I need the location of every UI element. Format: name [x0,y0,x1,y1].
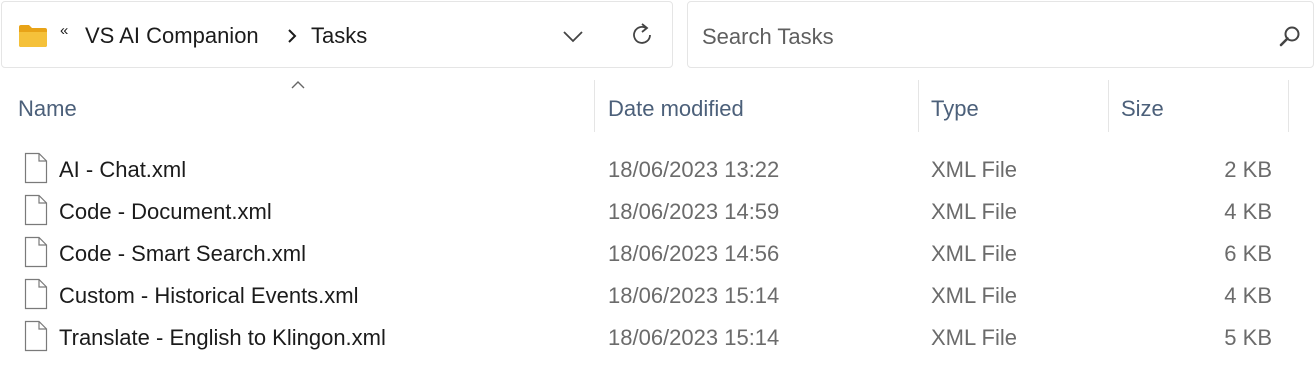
column-header-name[interactable]: Name [18,96,77,122]
column-divider[interactable] [1288,80,1289,132]
column-header-size[interactable]: Size [1121,96,1164,122]
file-icon [24,278,48,310]
file-row[interactable]: Code - Document.xml 18/06/2023 14:59 XML… [0,190,1315,232]
folder-icon [19,25,47,47]
search-input[interactable] [700,20,1264,54]
file-icon [24,194,48,226]
file-type: XML File [931,157,1017,182]
file-name: Code - Document.xml [59,199,272,224]
sort-ascending-icon [291,81,305,89]
address-bar[interactable]: « VS AI Companion Tasks [1,1,673,68]
file-type: XML File [931,241,1017,266]
breadcrumb-vs-ai-companion[interactable]: VS AI Companion [85,23,259,49]
file-size: 4 KB [1224,199,1272,224]
file-date-modified: 18/06/2023 14:59 [608,199,780,224]
file-type: XML File [931,283,1017,308]
breadcrumb-tasks[interactable]: Tasks [311,23,367,49]
column-header-date-modified[interactable]: Date modified [608,96,744,122]
search-icon[interactable] [1278,25,1302,49]
file-name: Code - Smart Search.xml [59,241,306,266]
file-name: AI - Chat.xml [59,157,187,182]
file-name: Translate - English to Klingon.xml [59,325,386,350]
file-size: 2 KB [1224,157,1272,182]
column-divider[interactable] [1108,80,1109,132]
chevron-down-icon[interactable] [562,25,584,47]
file-row[interactable]: Translate - English to Klingon.xml 18/06… [0,316,1315,358]
file-type: XML File [931,199,1017,224]
column-header-type[interactable]: Type [931,96,979,122]
column-divider[interactable] [594,80,595,132]
column-divider[interactable] [918,80,919,132]
file-date-modified: 18/06/2023 15:14 [608,283,780,308]
file-row[interactable]: Custom - Historical Events.xml 18/06/202… [0,274,1315,316]
file-date-modified: 18/06/2023 13:22 [608,157,780,182]
file-size: 5 KB [1224,325,1272,350]
file-size: 4 KB [1224,283,1272,308]
file-type: XML File [931,325,1017,350]
chevron-right-icon[interactable] [285,27,299,45]
file-date-modified: 18/06/2023 14:56 [608,241,780,266]
file-size: 6 KB [1224,241,1272,266]
file-row[interactable]: AI - Chat.xml 18/06/2023 13:22 XML File … [0,148,1315,190]
file-name: Custom - Historical Events.xml [59,283,359,308]
refresh-icon[interactable] [629,22,655,48]
file-icon [24,152,48,184]
file-date-modified: 18/06/2023 15:14 [608,325,780,350]
file-icon [24,320,48,352]
overflow-chevron-icon[interactable]: « [60,22,68,39]
search-box[interactable] [687,1,1314,68]
file-icon [24,236,48,268]
file-row[interactable]: Code - Smart Search.xml 18/06/2023 14:56… [0,232,1315,274]
